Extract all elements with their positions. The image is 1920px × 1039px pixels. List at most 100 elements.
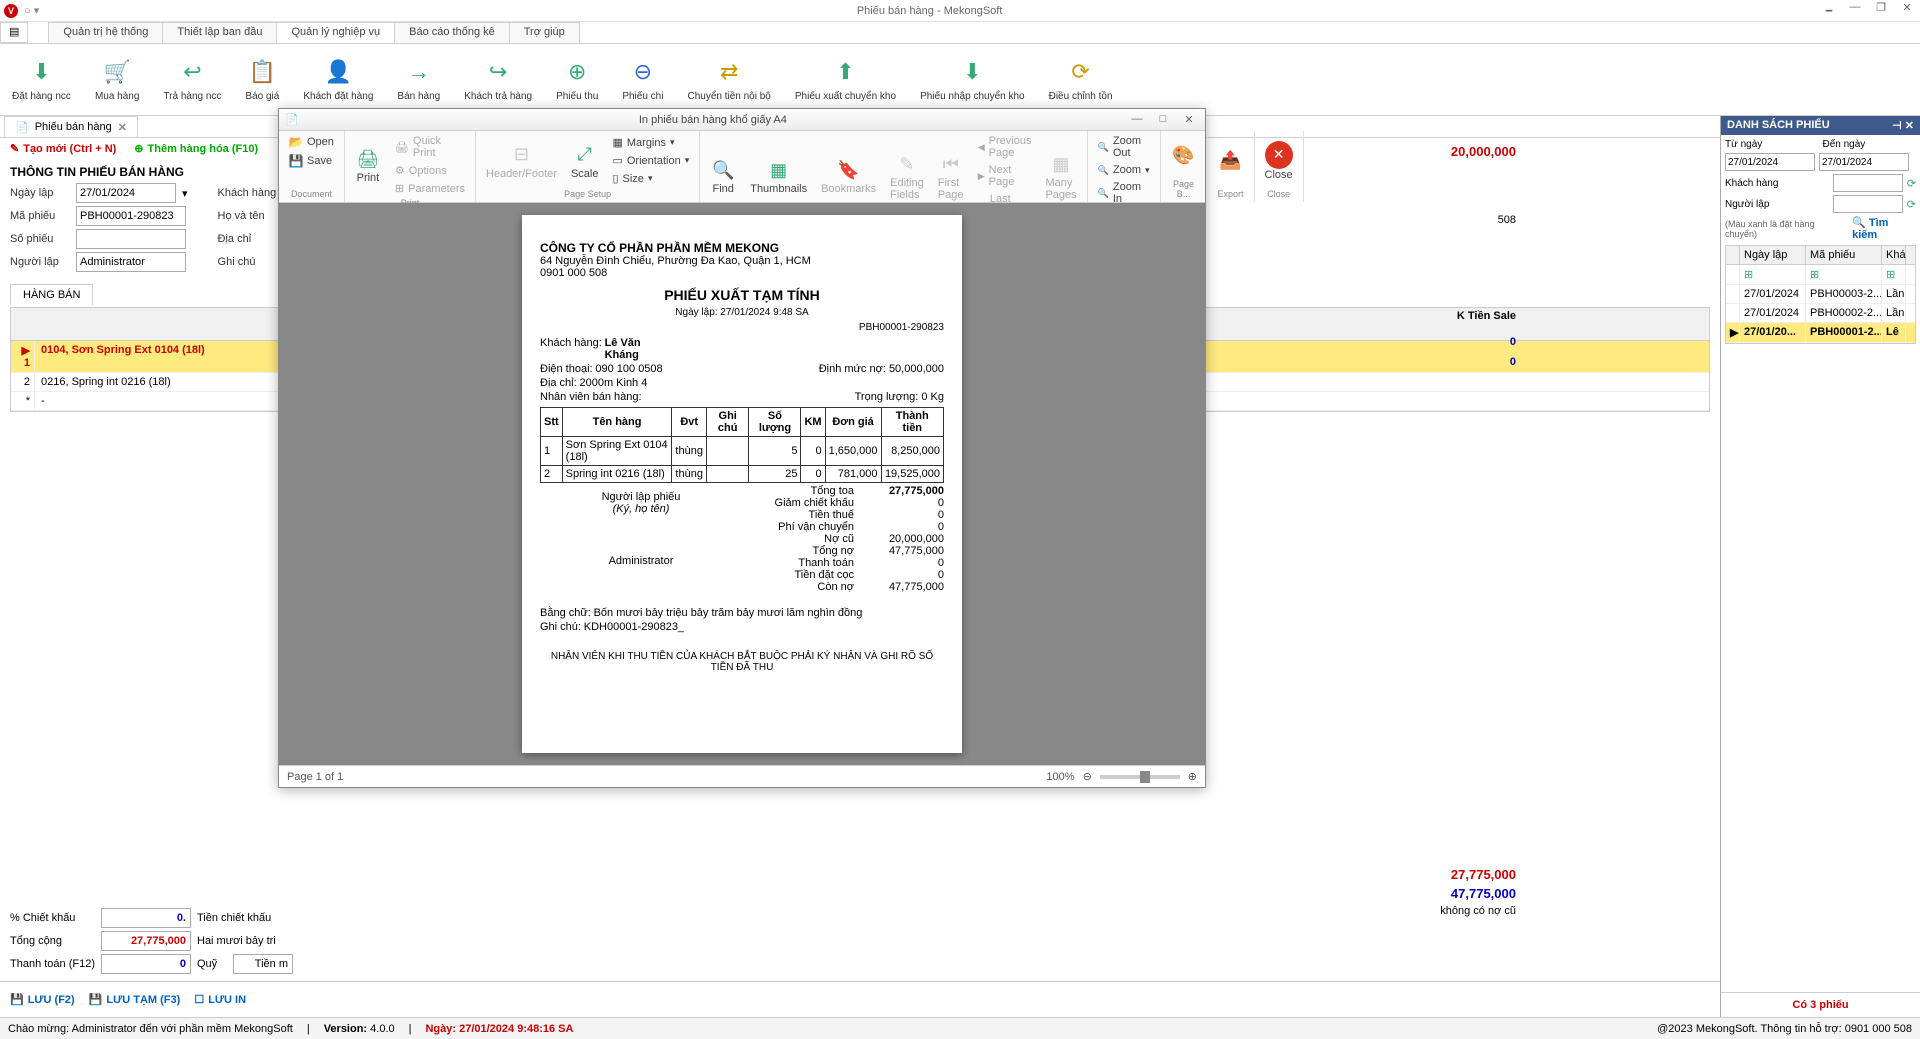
quy-input[interactable] (233, 954, 293, 974)
tungay-input[interactable] (1725, 153, 1815, 171)
min-icon[interactable]: 🗕 (1820, 1, 1838, 20)
options-button[interactable]: ⚙Options (391, 162, 469, 179)
side-row[interactable]: 27/01/2024PBH00003-2...Lần (1726, 285, 1915, 304)
rbtn-khachtra[interactable]: ↪Khách trả hàng (452, 46, 544, 113)
print-page: CÔNG TY CỔ PHẦN PHẦN MỀM MEKONG 64 Nguyễ… (522, 215, 962, 753)
refresh-icon[interactable]: ⟳ (1907, 177, 1916, 190)
tab-trogiup[interactable]: Trợ giúp (509, 22, 580, 43)
title-bar: V ○ ▾ Phiếu bán hàng - MekongSoft 🗕 — ❐ … (0, 0, 1920, 22)
rbtn-trahang[interactable]: ↩Trả hàng ncc (151, 46, 233, 113)
scale-button[interactable]: ⤢Scale (567, 140, 603, 182)
rbtn-phieuxuat[interactable]: ⬆Phiếu xuất chuyển kho (783, 46, 908, 113)
headerfooter-button[interactable]: ⊟Header/Footer (482, 140, 561, 182)
nextpage-button[interactable]: ▶ Next Page (974, 162, 1036, 190)
open-button[interactable]: 📂Open (285, 133, 338, 151)
zoom-slider[interactable] (1100, 775, 1180, 779)
tab-hangban[interactable]: HÀNG BÁN (10, 284, 93, 305)
margins-button[interactable]: ▦Margins ▾ (608, 134, 693, 151)
orientation-button[interactable]: ▭Orientation ▾ (608, 152, 693, 169)
find-button[interactable]: 🔍Find (706, 155, 740, 197)
bookmarks-button[interactable]: 🔖Bookmarks (817, 155, 880, 197)
sophieu-input[interactable] (76, 229, 186, 249)
zoomout-button[interactable]: 🔍 Zoom Out (1094, 133, 1154, 161)
main-tabs: ▤ Quản trị hệ thống Thiết lập ban đầu Qu… (0, 22, 1920, 44)
doctab-phieubanhang[interactable]: 📄 Phiếu bán hàng ✕ (4, 116, 138, 137)
save-temp-button[interactable]: 💾 LƯU TẠM (F3) (89, 993, 181, 1006)
rbtn-banhang[interactable]: →Bán hàng (385, 46, 452, 113)
print-button[interactable]: 🖨Print (351, 144, 385, 186)
dlg-min-icon[interactable]: — (1127, 113, 1147, 126)
btm-b: 47,775,000 (1440, 886, 1516, 901)
rbtn-phieuthu[interactable]: ⊕Phiếu thu (544, 46, 610, 113)
rbtn-phieunhap[interactable]: ⬇Phiếu nhập chuyển kho (908, 46, 1037, 113)
zoom-out-icon[interactable]: ⊖ (1083, 770, 1092, 783)
min2-icon[interactable]: — (1846, 1, 1864, 20)
pin-icon[interactable]: ⊣ (1892, 120, 1902, 132)
side-nl-input[interactable] (1833, 195, 1903, 213)
nguoilap-input[interactable] (76, 252, 186, 272)
size-button[interactable]: ▯Size ▾ (608, 170, 693, 187)
editfields-button[interactable]: ✎Editing Fields (886, 149, 928, 203)
maphieu-input[interactable] (76, 206, 186, 226)
dlg-close-icon[interactable]: ✕ (1179, 113, 1199, 126)
btm-c: không có nợ cũ (1440, 905, 1516, 917)
tab-quanly[interactable]: Quản lý nghiệp vụ (276, 22, 395, 43)
save-btn[interactable]: 💾Save (285, 152, 336, 170)
prevpage-button[interactable]: ◀ Previous Page (974, 133, 1036, 161)
status-date: Ngày: 27/01/2024 9:48:16 SA (425, 1023, 573, 1035)
status-welcome: Chào mừng: Administrator đến với phần mề… (8, 1023, 293, 1035)
max-icon[interactable]: ❐ (1872, 1, 1890, 20)
tt-input[interactable] (101, 954, 191, 974)
side-row[interactable]: ▶27/01/20...PBH00001-2...Lê (1726, 323, 1915, 343)
rbtn-chuyentien[interactable]: ⇄Chuyển tiền nội bộ (675, 46, 782, 113)
params-button[interactable]: ⊞Parameters (391, 180, 469, 197)
close-icon[interactable]: ✕ (1898, 1, 1916, 20)
export-button[interactable]: 📤 (1214, 146, 1248, 176)
zoom-button[interactable]: 🔍 Zoom ▾ (1094, 162, 1154, 178)
window-title: Phiếu bán hàng - MekongSoft (39, 5, 1820, 17)
rbtn-muahang[interactable]: 🛒Mua hàng (83, 46, 151, 113)
side-kh-input[interactable] (1833, 174, 1903, 192)
print-title: In phiếu bán hàng khổ giấy A4 (299, 114, 1127, 126)
denngay-input[interactable] (1819, 153, 1909, 171)
refresh-icon[interactable]: ⟳ (1907, 198, 1916, 211)
quickprint-button[interactable]: 🖨Quick Print (391, 133, 469, 161)
thumbnails-button[interactable]: ▦Thumbnails (746, 155, 811, 197)
action-new[interactable]: ✎ Tạo mới (Ctrl + N) (10, 142, 116, 155)
tong-input (101, 931, 191, 951)
rv0b: 0 (1510, 356, 1516, 368)
side-title: DANH SÁCH PHIẾU (1727, 119, 1830, 132)
dlg-max-icon[interactable]: □ (1153, 113, 1173, 126)
print-items-table: SttTên hàngĐvtGhi chúSố lượngKMĐơn giáTh… (540, 407, 944, 483)
save-print-button[interactable]: ☐ LƯU IN (194, 993, 246, 1006)
ck-input[interactable] (101, 908, 191, 928)
zoom-in-icon[interactable]: ⊕ (1188, 770, 1197, 783)
manypages-button[interactable]: ▦Many Pages (1041, 149, 1080, 203)
rbtn-phieuchi[interactable]: ⊖Phiếu chi (610, 46, 675, 113)
value-overflow2: 508 (1498, 214, 1516, 226)
side-close-icon[interactable]: ✕ (1905, 120, 1914, 132)
side-row-excel[interactable]: ⊞⊞⊞ (1726, 265, 1915, 285)
zoom-level: 100% (1046, 771, 1074, 783)
tab-quantri[interactable]: Quản trị hệ thống (48, 22, 163, 43)
search-link[interactable]: 🔍 Tìm kiếm (1852, 216, 1916, 241)
print-logo-icon: 📄 (285, 113, 299, 126)
ngaylap-input[interactable] (76, 183, 176, 203)
status-bar: Chào mừng: Administrator đến với phần mề… (0, 1017, 1920, 1039)
rbtn-baogia[interactable]: 📋Báo giá (233, 46, 291, 113)
save-button[interactable]: 💾 LƯU (F2) (10, 993, 75, 1006)
tab-home-icon[interactable]: ▤ (0, 22, 28, 43)
tab-thietlap[interactable]: Thiết lập ban đầu (162, 22, 277, 43)
tab-baocao[interactable]: Báo cáo thống kê (394, 22, 510, 43)
rbtn-dathang[interactable]: ⬇Đặt hàng ncc (0, 46, 83, 113)
side-row[interactable]: 27/01/2024PBH00002-2...Lần (1726, 304, 1915, 323)
doctab-close-icon[interactable]: ✕ (118, 121, 127, 134)
k-tien-sale: K Tiền Sale (1457, 310, 1516, 322)
close-button[interactable]: ✕Close (1261, 139, 1297, 183)
rbtn-khachdat[interactable]: 👤Khách đặt hàng (291, 46, 385, 113)
rbtn-dieuchinh[interactable]: ⟳Điều chỉnh tồn (1037, 46, 1125, 113)
action-add-item[interactable]: ⊕ Thêm hàng hóa (F10) (134, 142, 258, 155)
firstpage-button[interactable]: ⏮First Page (934, 149, 968, 203)
pagebg-button[interactable]: 🎨 (1167, 141, 1201, 171)
rv0a: 0 (1510, 336, 1516, 348)
